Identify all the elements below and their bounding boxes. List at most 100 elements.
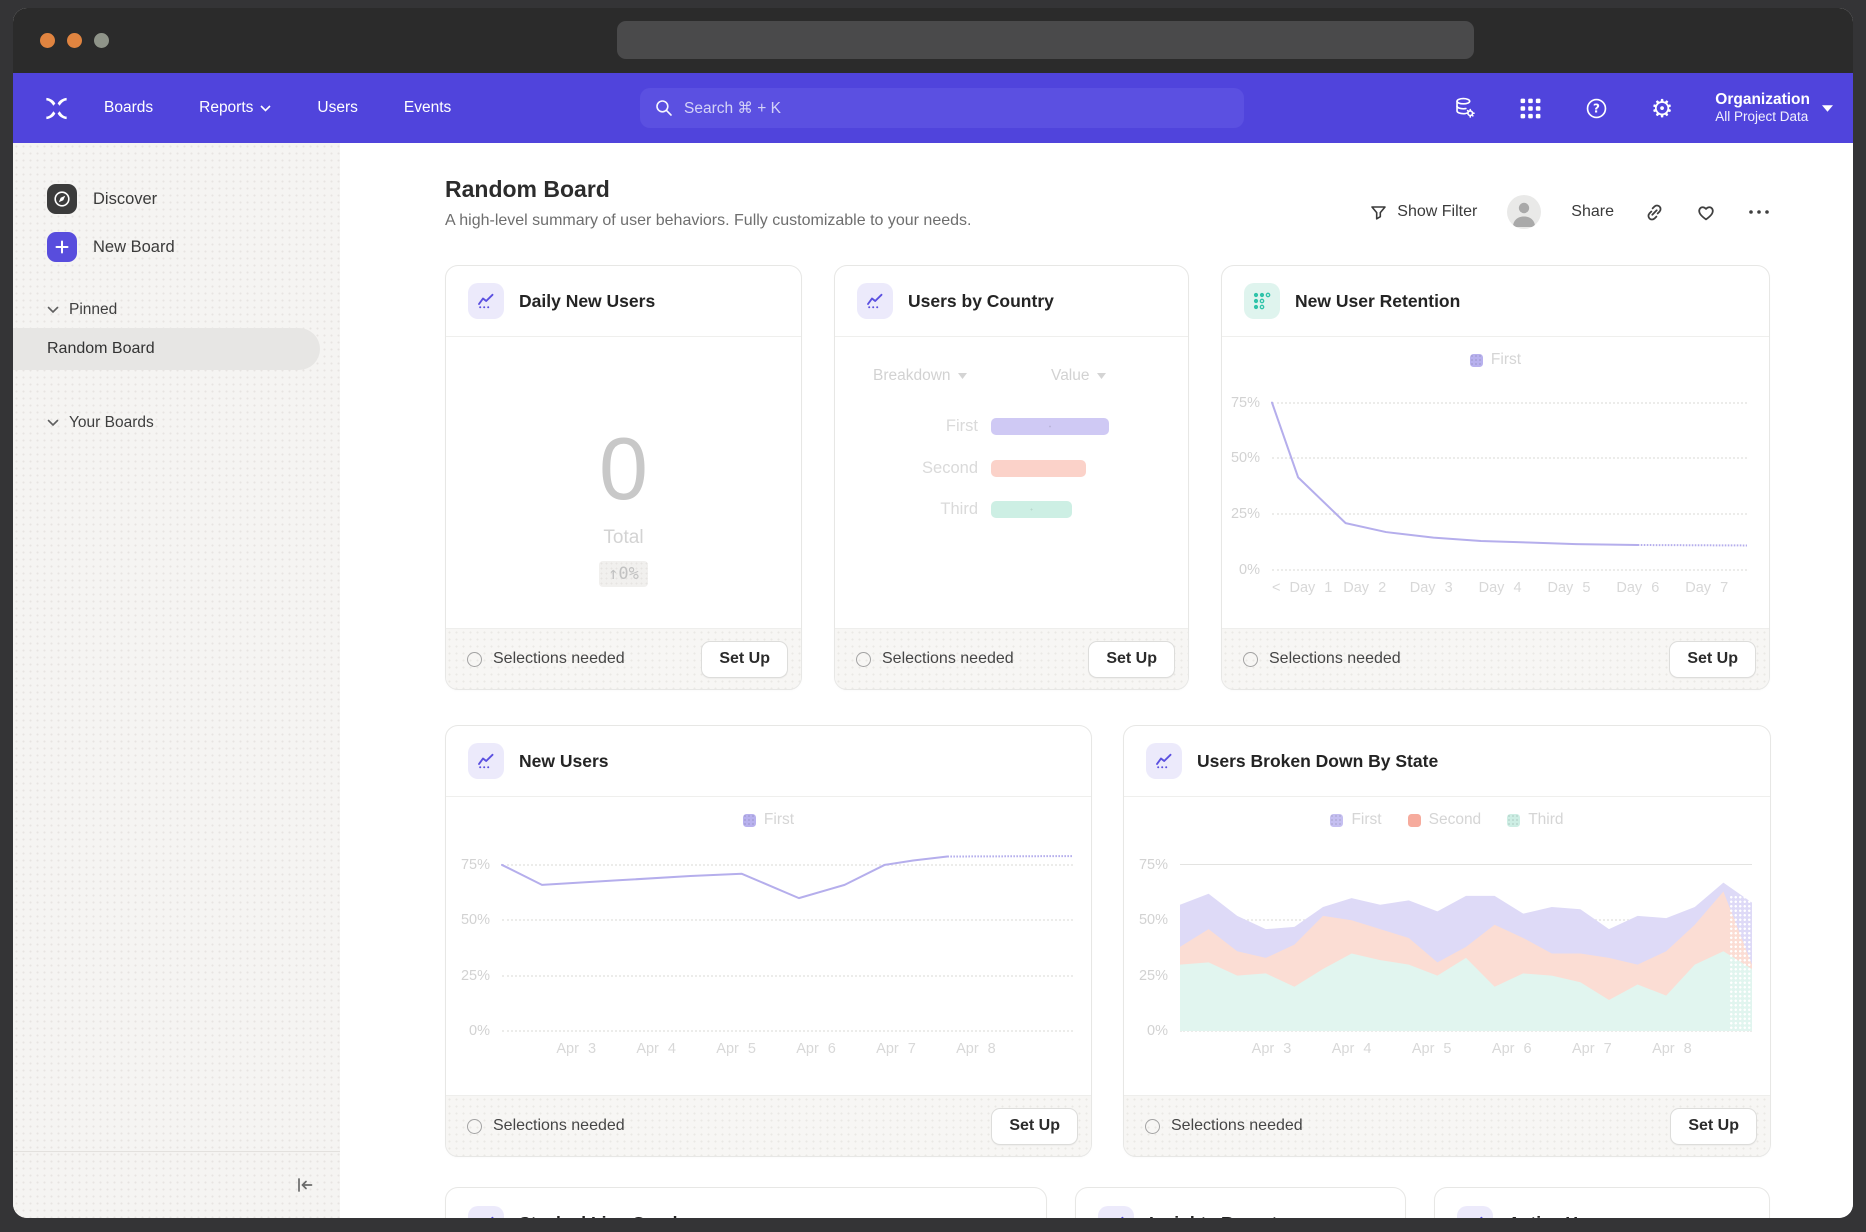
card-title: Users by Country — [908, 291, 1054, 312]
status-text: Selections needed — [1269, 650, 1401, 668]
main-nav-menu: Boards Reports Users Events — [104, 99, 451, 117]
bar-third — [991, 501, 1072, 518]
chart-plot: 75%50%25%0% — [502, 845, 1073, 1031]
set-up-button[interactable]: Set Up — [1669, 641, 1756, 678]
bar-label: Third — [835, 500, 991, 519]
chart-plot: 75%50%25%0% — [1272, 387, 1747, 570]
settings-gear-icon[interactable]: ⚙ — [1651, 96, 1673, 121]
more-options-icon[interactable] — [1747, 208, 1771, 216]
retention-grid-icon — [1244, 283, 1280, 319]
window-zoom-button[interactable] — [94, 33, 109, 48]
org-text: Organization All Project Data — [1715, 90, 1810, 126]
svg-text:?: ? — [1593, 101, 1600, 115]
sidebar-section-your-boards[interactable]: Your Boards — [47, 414, 340, 432]
nav-item-label: Reports — [199, 99, 253, 117]
sidebar-item-random-board[interactable]: Random Board — [13, 328, 320, 370]
help-icon[interactable]: ? — [1584, 96, 1609, 121]
status-selections-needed: Selections needed — [1243, 650, 1401, 668]
traffic-lights — [40, 33, 109, 48]
show-filter-button[interactable]: Show Filter — [1369, 203, 1477, 222]
line-chart-icon — [1098, 1206, 1134, 1219]
set-up-button[interactable]: Set Up — [991, 1108, 1078, 1145]
avatar[interactable] — [1507, 195, 1541, 229]
sidebar-item-label: Discover — [93, 190, 157, 209]
nav-item-reports[interactable]: Reports — [199, 99, 271, 117]
org-scope: All Project Data — [1715, 109, 1810, 126]
legend-item: Third — [1507, 811, 1563, 829]
set-up-button[interactable]: Set Up — [701, 641, 788, 678]
share-label: Share — [1571, 203, 1614, 221]
status-text: Selections needed — [1171, 1117, 1303, 1135]
card-title: New User Retention — [1295, 291, 1460, 312]
legend-swatch — [1330, 814, 1343, 827]
app-navbar: Boards Reports Users Events Search ⌘ + K — [13, 73, 1853, 143]
legend-swatch — [743, 814, 756, 827]
metric-value: 0 — [599, 425, 648, 513]
window-titlebar — [13, 8, 1853, 73]
sidebar-section-pinned[interactable]: Pinned — [47, 301, 340, 319]
line-chart-icon — [468, 283, 504, 319]
card-daily-new-users: Daily New Users 0 Total ↑0% Selections n… — [445, 265, 802, 690]
legend-swatch — [1408, 814, 1421, 827]
legend-swatch — [1470, 354, 1483, 367]
main-content: Random Board A high-level summary of use… — [340, 143, 1853, 1218]
nav-item-users[interactable]: Users — [317, 99, 357, 117]
sidebar: Discover New Board Pinned Random Board — [13, 143, 340, 1218]
search-placeholder: Search ⌘ + K — [684, 99, 781, 118]
card-active-users: Active Users — [1434, 1187, 1770, 1218]
status-text: Selections needed — [493, 650, 625, 668]
org-name: Organization — [1715, 90, 1810, 109]
window-close-button[interactable] — [40, 33, 55, 48]
status-selections-needed: Selections needed — [856, 650, 1014, 668]
card-title: Stacked Line Graph — [519, 1213, 683, 1218]
legend-item: First — [1470, 351, 1521, 369]
copy-link-icon[interactable] — [1644, 202, 1665, 223]
line-chart-icon — [1457, 1206, 1493, 1219]
card-title: Insights Report — [1149, 1213, 1277, 1218]
card-new-user-retention: New User Retention First 75%50%25%0% < D… — [1221, 265, 1770, 690]
set-up-button[interactable]: Set Up — [1088, 641, 1175, 678]
search-input[interactable]: Search ⌘ + K — [640, 88, 1244, 128]
mixpanel-logo-icon[interactable] — [43, 95, 70, 122]
chart-xaxis: Apr 3Apr 4Apr 5Apr 6Apr 7Apr 8 — [1180, 1041, 1752, 1061]
line-chart-icon — [1146, 743, 1182, 779]
card-stacked-line-graph: Stacked Line Graph — [445, 1187, 1047, 1218]
nav-item-label: Events — [404, 99, 451, 117]
favorite-heart-icon[interactable] — [1695, 201, 1717, 223]
page-title: Random Board — [445, 176, 971, 203]
partial-period-overlay — [1729, 895, 1752, 1031]
org-switcher[interactable]: Organization All Project Data — [1715, 90, 1833, 126]
plus-icon — [47, 232, 77, 262]
data-management-icon[interactable] — [1453, 96, 1477, 120]
caret-down-icon — [1097, 373, 1106, 379]
browser-address-bar[interactable] — [617, 21, 1474, 59]
apps-grid-icon[interactable] — [1519, 97, 1542, 120]
card-title: Active Users — [1508, 1213, 1614, 1218]
metric-label: Total — [603, 527, 643, 549]
sidebar-item-new-board[interactable]: New Board — [47, 231, 340, 263]
bar-row: Second — [835, 459, 1188, 478]
breakdown-dropdown[interactable]: Breakdown — [873, 367, 967, 385]
sidebar-item-discover[interactable]: Discover — [47, 183, 340, 215]
collapse-sidebar-icon[interactable] — [294, 1174, 316, 1196]
compass-icon — [47, 184, 77, 214]
sidebar-section-label: Your Boards — [69, 414, 154, 432]
status-circle-icon — [467, 1119, 482, 1134]
nav-item-events[interactable]: Events — [404, 99, 451, 117]
set-up-button[interactable]: Set Up — [1670, 1108, 1757, 1145]
status-text: Selections needed — [882, 650, 1014, 668]
card-insights-report: Insights Report — [1075, 1187, 1406, 1218]
value-dropdown[interactable]: Value — [1051, 367, 1106, 385]
window-minimize-button[interactable] — [67, 33, 82, 48]
bar-row: First — [835, 417, 1188, 436]
nav-item-boards[interactable]: Boards — [104, 99, 153, 117]
board-actions: Show Filter Share — [1369, 195, 1771, 229]
line-chart-icon — [468, 1206, 504, 1219]
card-new-users: New Users First 75%50%25%0% Apr 3Apr 4Ap… — [445, 725, 1092, 1157]
legend-item: Second — [1408, 811, 1482, 829]
card-title: Daily New Users — [519, 291, 655, 312]
person-icon — [1507, 195, 1541, 229]
show-filter-label: Show Filter — [1397, 203, 1477, 221]
share-button[interactable]: Share — [1571, 203, 1614, 221]
status-selections-needed: Selections needed — [467, 650, 625, 668]
